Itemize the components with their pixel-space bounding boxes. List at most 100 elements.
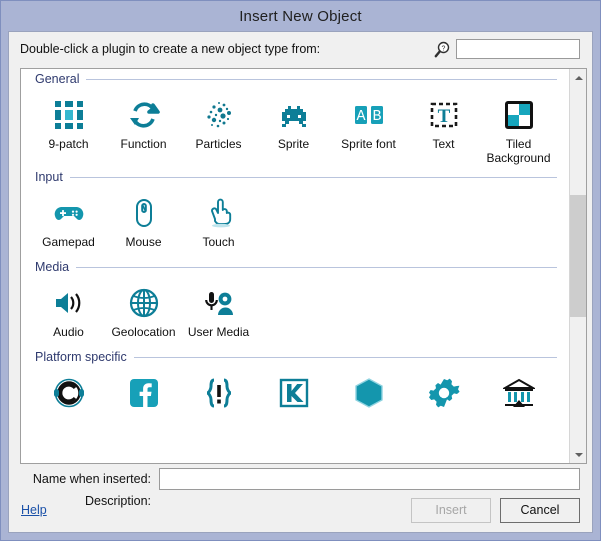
plugin-kongregate[interactable] bbox=[256, 373, 331, 435]
category-items: Gamepad Mouse Touch bbox=[21, 187, 569, 257]
plugin-mouse[interactable]: Mouse bbox=[106, 193, 181, 255]
insert-new-object-dialog: Insert New Object Double-click a plugin … bbox=[0, 0, 601, 541]
prompt-row: Double-click a plugin to create a new ob… bbox=[9, 32, 592, 66]
plugin-text[interactable]: T Text bbox=[406, 95, 481, 165]
plugin-list-scroll-area: General 9-patch Function Particles Sprit… bbox=[21, 69, 569, 463]
plugin-label: User Media bbox=[187, 325, 250, 340]
plugin-label: 9-patch bbox=[48, 137, 89, 151]
dialog-titlebar: Insert New Object bbox=[1, 1, 600, 31]
plugin-label: Sprite font bbox=[341, 137, 396, 151]
braces-exclamation-icon bbox=[201, 375, 237, 411]
category-general: General 9-patch Function Particles Sprit… bbox=[21, 69, 569, 167]
particles-dots-icon bbox=[201, 97, 237, 133]
function-arrows-icon bbox=[126, 97, 162, 133]
text-t-icon: T bbox=[426, 97, 462, 133]
plugin-label: Mouse bbox=[125, 235, 162, 250]
magnifier-help-icon: ? bbox=[434, 41, 451, 58]
gear-icon bbox=[426, 375, 462, 411]
category-media: Media Audio Geolocation User Media bbox=[21, 257, 569, 347]
dialog-buttons: Insert Cancel bbox=[411, 497, 580, 523]
microphone-webcam-icon bbox=[201, 285, 237, 321]
plugin-list-panel: General 9-patch Function Particles Sprit… bbox=[20, 68, 587, 464]
plugin-gear[interactable] bbox=[406, 373, 481, 435]
category-rule bbox=[133, 356, 557, 358]
plugin-label: Function bbox=[120, 137, 167, 151]
plugin-bank[interactable] bbox=[481, 373, 556, 435]
category-rule bbox=[76, 266, 557, 268]
plugin-compass[interactable] bbox=[331, 373, 406, 435]
category-items: Audio Geolocation User Media bbox=[21, 277, 569, 347]
compass-hexagon-icon bbox=[351, 375, 387, 411]
svg-text:B: B bbox=[372, 108, 381, 125]
name-when-inserted-label: Name when inserted: bbox=[32, 472, 151, 486]
mouse-icon bbox=[126, 195, 162, 231]
dialog-body: Double-click a plugin to create a new ob… bbox=[8, 31, 593, 533]
plugin-gamepad[interactable]: Gamepad bbox=[31, 193, 106, 255]
name-when-inserted-row: Name when inserted: bbox=[9, 468, 592, 490]
plugin-label: Geolocation bbox=[111, 325, 176, 340]
kongregate-k-icon bbox=[276, 375, 312, 411]
help-link[interactable]: Help bbox=[21, 503, 47, 517]
category-header: Input bbox=[21, 167, 569, 187]
plugin-user-media[interactable]: User Media bbox=[181, 283, 256, 345]
name-when-inserted-input[interactable] bbox=[159, 468, 580, 490]
plugin-label: Gamepad bbox=[42, 235, 95, 250]
plugin-tiled-background[interactable]: Tiled Background bbox=[481, 95, 556, 165]
category-header: Platform specific bbox=[21, 347, 569, 367]
category-title: Media bbox=[35, 260, 70, 275]
plugin-braces-exclamation[interactable] bbox=[181, 373, 256, 435]
plugin-label: Audio bbox=[53, 325, 84, 340]
scroll-down-button[interactable] bbox=[570, 446, 586, 463]
tiled-background-checker-icon bbox=[501, 97, 537, 133]
chevron-up-icon bbox=[574, 75, 583, 80]
plugin-label: Sprite bbox=[277, 137, 310, 151]
category-items: 9-patch Function Particles Sprite A B Sp… bbox=[21, 89, 569, 167]
dialog-footer: Help Insert Cancel bbox=[9, 488, 592, 532]
category-rule bbox=[69, 176, 557, 178]
sprite-font-ab-icon: A B bbox=[351, 97, 387, 133]
plugin-label: Touch bbox=[202, 235, 235, 250]
plugin-sprite[interactable]: Sprite bbox=[256, 95, 331, 165]
plugin-audio[interactable]: Audio bbox=[31, 283, 106, 345]
svg-text:?: ? bbox=[442, 45, 446, 52]
plugin-function[interactable]: Function bbox=[106, 95, 181, 165]
plugin-9-patch[interactable]: 9-patch bbox=[31, 95, 106, 165]
plugin-label: Particles bbox=[195, 137, 242, 151]
plugin-label: Text bbox=[432, 137, 455, 151]
category-input: Input Gamepad Mouse Touch bbox=[21, 167, 569, 257]
scroll-up-button[interactable] bbox=[570, 69, 586, 86]
sprite-invader-icon bbox=[276, 97, 312, 133]
facebook-icon bbox=[126, 375, 162, 411]
bank-building-icon bbox=[501, 375, 537, 411]
category-title: Platform specific bbox=[35, 350, 127, 365]
gamepad-icon bbox=[51, 195, 87, 231]
svg-text:T: T bbox=[437, 106, 450, 127]
speaker-icon bbox=[51, 285, 87, 321]
scrollbar-thumb[interactable] bbox=[570, 195, 586, 317]
nine-patch-icon bbox=[51, 97, 87, 133]
cancel-button[interactable]: Cancel bbox=[500, 497, 580, 523]
chevron-down-icon bbox=[574, 452, 583, 457]
svg-text:A: A bbox=[356, 108, 365, 125]
insert-button[interactable]: Insert bbox=[411, 497, 491, 523]
plugin-geolocation[interactable]: Geolocation bbox=[106, 283, 181, 345]
category-title: Input bbox=[35, 170, 63, 185]
category-header: General bbox=[21, 69, 569, 89]
search-input[interactable] bbox=[456, 39, 580, 59]
prompt-label: Double-click a plugin to create a new ob… bbox=[20, 42, 321, 56]
search-area: ? bbox=[434, 39, 580, 59]
construct-c-icon bbox=[51, 375, 87, 411]
plugin-touch[interactable]: Touch bbox=[181, 193, 256, 255]
category-items bbox=[21, 367, 569, 437]
plugin-particles[interactable]: Particles bbox=[181, 95, 256, 165]
category-header: Media bbox=[21, 257, 569, 277]
category-platform-specific: Platform specific bbox=[21, 347, 569, 437]
plugin-label: Tiled Background bbox=[486, 137, 551, 166]
plugin-construct[interactable] bbox=[31, 373, 106, 435]
touch-hand-icon bbox=[201, 195, 237, 231]
plugin-list-scrollbar[interactable] bbox=[569, 69, 586, 463]
category-title: General bbox=[35, 72, 80, 86]
plugin-facebook[interactable] bbox=[106, 373, 181, 435]
plugin-sprite-font[interactable]: A B Sprite font bbox=[331, 95, 406, 165]
category-rule bbox=[86, 78, 557, 80]
